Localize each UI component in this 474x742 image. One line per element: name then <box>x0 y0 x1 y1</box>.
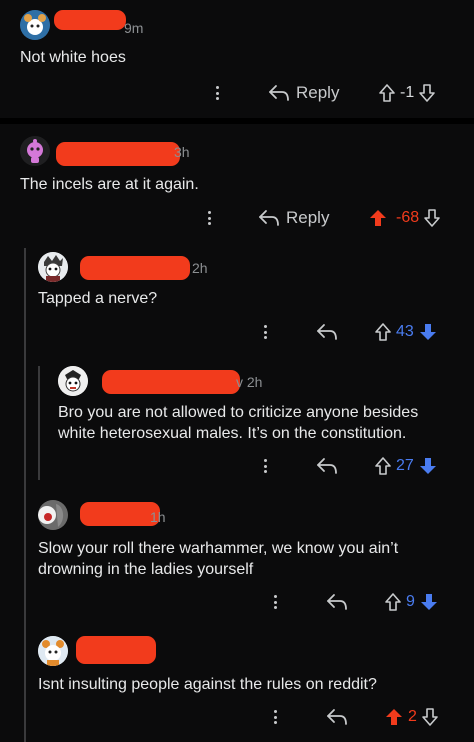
reply-button[interactable] <box>316 453 338 479</box>
more-options-button[interactable] <box>216 80 220 106</box>
vote-controls: 27 <box>374 453 438 479</box>
more-vertical-icon <box>274 710 278 724</box>
reply-button[interactable] <box>326 589 348 615</box>
redacted-username <box>80 256 190 280</box>
comment-3: 2h Tapped a nerve? 43 <box>0 246 474 356</box>
downvote-arrow-icon[interactable] <box>418 456 438 476</box>
upvote-arrow-icon[interactable] <box>378 83 396 103</box>
reply-arrow-icon <box>317 324 337 340</box>
reply-button[interactable]: Reply <box>258 205 329 231</box>
reply-arrow-icon <box>327 709 347 725</box>
vote-score: -68 <box>396 209 420 226</box>
more-vertical-icon <box>274 595 278 609</box>
comment-age: 2h <box>192 260 208 276</box>
comment-body: Tapped a nerve? <box>38 290 158 307</box>
comment-1: 9m Not white hoes Reply -1 <box>0 0 474 118</box>
vote-controls: -68 <box>368 205 441 231</box>
more-options-button[interactable] <box>208 205 212 231</box>
downvote-arrow-icon[interactable] <box>423 208 441 228</box>
more-vertical-icon <box>264 459 268 473</box>
comment-body: Isnt insulting people against the rules … <box>38 676 377 693</box>
vote-score: 27 <box>396 457 414 474</box>
reply-button[interactable]: Reply <box>268 80 339 106</box>
reply-arrow-icon <box>259 210 279 226</box>
vote-controls: -1 <box>378 80 436 106</box>
user-avatar[interactable] <box>20 136 50 166</box>
upvote-arrow-icon[interactable] <box>374 456 392 476</box>
user-avatar[interactable] <box>58 366 88 396</box>
reply-button[interactable] <box>326 704 348 730</box>
comment-body-line-1: Bro you are not allowed to criticize any… <box>58 404 419 421</box>
reply-label: Reply <box>296 83 340 102</box>
redacted-username <box>80 502 160 526</box>
more-options-button[interactable] <box>264 453 268 479</box>
user-avatar[interactable] <box>38 636 68 666</box>
reply-arrow-icon <box>317 458 337 474</box>
vote-controls: 9 <box>384 589 439 615</box>
redacted-username <box>54 10 126 30</box>
upvote-arrow-icon[interactable] <box>374 322 392 342</box>
downvote-arrow-icon[interactable] <box>421 707 439 727</box>
vote-score: 2 <box>408 708 417 725</box>
reply-button[interactable] <box>316 319 338 345</box>
comment-body-line-1: Slow your roll there warhammer, we know … <box>38 540 399 557</box>
comment-4: v 2h Bro you are not allowed to criticiz… <box>0 358 474 486</box>
vote-score: 9 <box>406 593 415 610</box>
redacted-username <box>56 142 180 166</box>
vote-controls: 2 <box>384 704 439 730</box>
reply-label: Reply <box>286 208 330 227</box>
user-avatar[interactable] <box>38 500 68 530</box>
redacted-username <box>102 370 240 394</box>
more-options-button[interactable] <box>274 589 278 615</box>
comment-age: 9m <box>124 20 144 36</box>
upvote-arrow-icon[interactable] <box>384 592 402 612</box>
comment-age: v 2h <box>236 374 263 390</box>
downvote-arrow-icon[interactable] <box>418 83 436 103</box>
vote-score: 43 <box>396 323 414 340</box>
comment-6: Isnt insulting people against the rules … <box>0 628 474 742</box>
comment-body: The incels are at it again. <box>20 176 199 193</box>
more-vertical-icon <box>208 211 212 225</box>
more-vertical-icon <box>264 325 268 339</box>
reply-arrow-icon <box>269 85 289 101</box>
downvote-arrow-icon[interactable] <box>418 322 438 342</box>
comment-body: Not white hoes <box>20 49 126 66</box>
comment-body-line-2: drowning in the ladies yourself <box>38 561 254 578</box>
vote-controls: 43 <box>374 319 438 345</box>
more-vertical-icon <box>216 86 220 100</box>
downvote-arrow-icon[interactable] <box>419 592 439 612</box>
upvote-arrow-icon[interactable] <box>384 707 404 727</box>
upvote-arrow-icon[interactable] <box>368 208 388 228</box>
more-options-button[interactable] <box>264 319 268 345</box>
comment-body-line-2: white heterosexual males. It’s on the co… <box>58 425 407 442</box>
reply-arrow-icon <box>327 594 347 610</box>
comment-5: 1h Slow your roll there warhammer, we kn… <box>0 494 474 622</box>
more-options-button[interactable] <box>274 704 278 730</box>
comment-age: 1h <box>150 509 166 525</box>
user-avatar[interactable] <box>20 10 50 40</box>
comment-2: 3h The incels are at it again. Reply -68 <box>0 124 474 242</box>
comment-age: 3h <box>174 144 190 160</box>
vote-score: -1 <box>400 84 415 101</box>
redacted-username <box>76 636 156 664</box>
user-avatar[interactable] <box>38 252 68 282</box>
